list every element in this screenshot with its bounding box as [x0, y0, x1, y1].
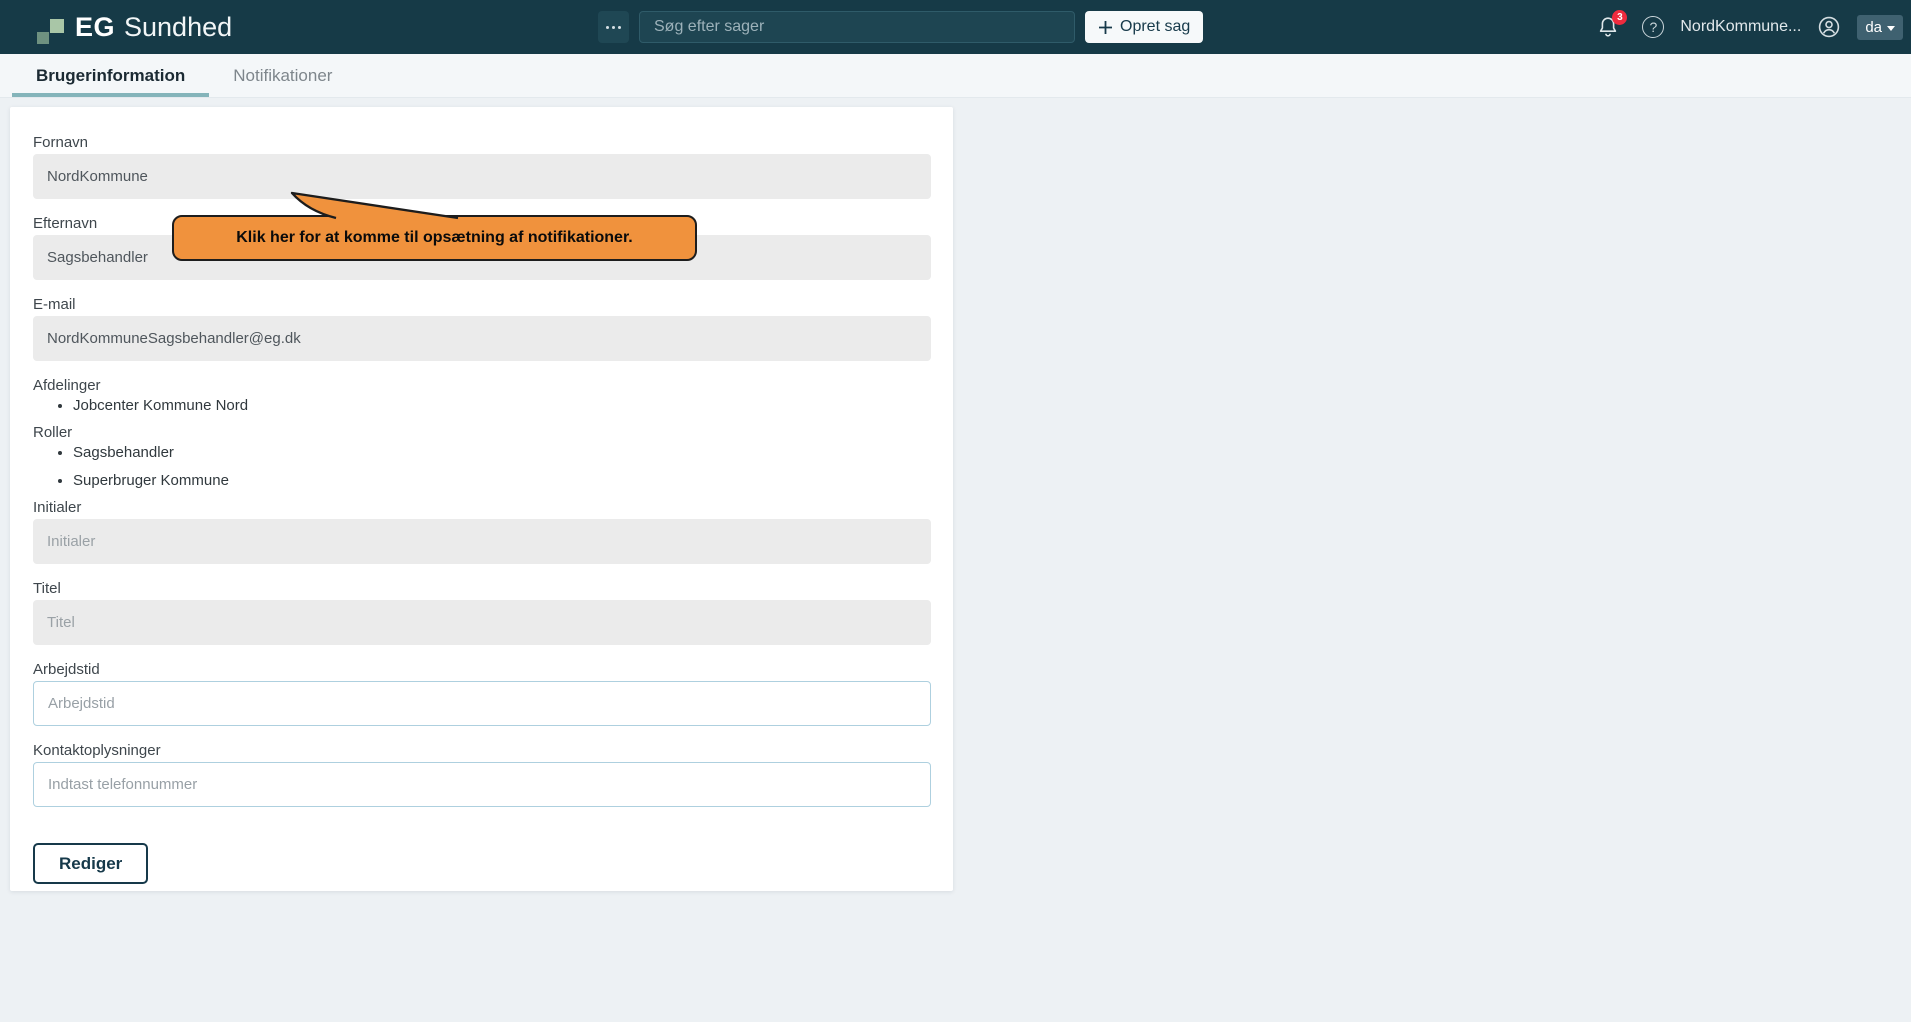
kontaktoplysninger-input[interactable] — [33, 762, 931, 807]
email-label: E-mail — [33, 297, 931, 313]
plus-icon — [1098, 20, 1113, 35]
question-mark-icon: ? — [1649, 19, 1657, 35]
notifications-button[interactable]: 3 — [1596, 15, 1620, 39]
roller-label: Roller — [33, 425, 931, 441]
field-kontaktoplysninger: Kontaktoplysninger — [33, 743, 931, 807]
fornavn-input — [33, 154, 931, 199]
list-item: Superbruger Kommune — [73, 472, 931, 489]
language-code: da — [1865, 19, 1882, 36]
field-afdelinger: Afdelinger Jobcenter Kommune Nord — [33, 378, 931, 414]
tooltip-text: Klik her for at komme til opsætning af n… — [236, 229, 633, 247]
search-input[interactable] — [639, 11, 1075, 43]
search-box — [639, 11, 1075, 43]
field-email: E-mail — [33, 297, 931, 361]
arbejdstid-input[interactable] — [33, 681, 931, 726]
user-menu-button[interactable] — [1817, 15, 1841, 39]
arbejdstid-label: Arbejdstid — [33, 662, 931, 678]
tab-brugerinformation[interactable]: Brugerinformation — [12, 54, 209, 97]
more-menu-button[interactable] — [598, 11, 629, 43]
language-selector[interactable]: da — [1857, 15, 1903, 40]
create-case-button[interactable]: Opret sag — [1085, 11, 1203, 43]
tooltip-arrow — [290, 191, 462, 220]
eg-logo-icon — [33, 9, 69, 45]
field-fornavn: Fornavn — [33, 135, 931, 199]
person-icon — [1817, 15, 1841, 39]
field-titel: Titel — [33, 581, 931, 645]
main-content: Fornavn Efternavn E-mail Afdelinger Jobc… — [0, 98, 1911, 1021]
app-logo[interactable]: EG Sundhed — [33, 0, 232, 54]
account-name: NordKommune... — [1680, 18, 1801, 36]
notification-tooltip: Klik her for at komme til opsætning af n… — [172, 215, 697, 261]
ellipsis-icon — [606, 26, 609, 29]
afdelinger-label: Afdelinger — [33, 378, 931, 394]
field-arbejdstid: Arbejdstid — [33, 662, 931, 726]
field-initialer: Initialer — [33, 500, 931, 564]
notification-badge: 3 — [1612, 10, 1627, 25]
afdelinger-list: Jobcenter Kommune Nord — [33, 397, 931, 414]
logo-square-light — [50, 19, 64, 33]
top-bar: EG Sundhed Opret sag 3 ? NordKommune... — [0, 0, 1911, 54]
chevron-down-icon — [1887, 26, 1895, 31]
create-case-label: Opret sag — [1120, 18, 1190, 36]
roller-list: Sagsbehandler Superbruger Kommune — [33, 444, 931, 489]
titel-label: Titel — [33, 581, 931, 597]
product-name: Sundhed — [124, 12, 232, 43]
email-input — [33, 316, 931, 361]
tab-notifikationer[interactable]: Notifikationer — [209, 54, 356, 97]
list-item: Jobcenter Kommune Nord — [73, 397, 931, 414]
tab-bar: Brugerinformation Notifikationer — [0, 54, 1911, 98]
fornavn-label: Fornavn — [33, 135, 931, 151]
topbar-center: Opret sag — [598, 11, 1203, 43]
topbar-right: 3 ? NordKommune... da — [1596, 0, 1903, 54]
brand-name: EG — [75, 12, 115, 43]
initialer-label: Initialer — [33, 500, 931, 516]
field-roller: Roller Sagsbehandler Superbruger Kommune — [33, 425, 931, 489]
help-button[interactable]: ? — [1642, 16, 1664, 38]
initialer-input — [33, 519, 931, 564]
logo-square-dark — [37, 32, 49, 44]
list-item: Sagsbehandler — [73, 444, 931, 461]
titel-input — [33, 600, 931, 645]
kontaktoplysninger-label: Kontaktoplysninger — [33, 743, 931, 759]
edit-button[interactable]: Rediger — [33, 843, 148, 884]
